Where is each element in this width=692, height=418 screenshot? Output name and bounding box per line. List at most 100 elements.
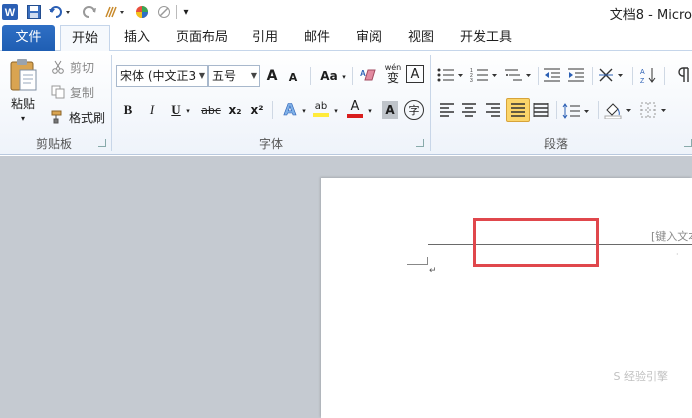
grow-font-button[interactable]: A xyxy=(264,67,280,85)
chevron-down-icon: ▼ xyxy=(198,71,205,80)
tab-file[interactable]: 文件 xyxy=(2,25,55,51)
font-name-value: 宋体 (中文正3 xyxy=(120,69,197,83)
borders-button[interactable] xyxy=(640,99,670,121)
chevron-down-icon[interactable]: ▾ xyxy=(332,105,340,117)
separator xyxy=(632,67,633,85)
tab-review[interactable]: 审阅 xyxy=(349,25,389,51)
save-icon[interactable] xyxy=(26,3,42,21)
chevron-down-icon[interactable]: ▾ xyxy=(184,105,192,117)
increase-indent-icon[interactable] xyxy=(566,65,586,85)
font-size-combo[interactable]: 五号 ▼ xyxy=(208,65,260,87)
separator xyxy=(664,67,665,85)
text-effects-button[interactable]: A xyxy=(280,99,300,119)
line-spacing-button[interactable] xyxy=(562,101,592,121)
tab-page-layout[interactable]: 页面布局 xyxy=(171,25,233,51)
chinese-layout-button[interactable] xyxy=(598,65,628,85)
font-color-swatch xyxy=(347,114,363,118)
copy-icon[interactable] xyxy=(50,84,66,100)
font-name-combo[interactable]: 宋体 (中文正3 ▼ xyxy=(116,65,208,87)
chevron-down-icon[interactable]: ▾ xyxy=(300,105,308,117)
underline-button[interactable]: U xyxy=(168,101,184,119)
undo-button[interactable] xyxy=(48,3,74,21)
separator xyxy=(556,101,557,119)
cut-label[interactable]: 剪切 xyxy=(67,59,97,75)
italic-button[interactable]: I xyxy=(144,101,160,119)
clipboard-launcher-icon[interactable] xyxy=(98,139,106,147)
watermark: S 经验引擎 xyxy=(613,370,668,383)
align-left-icon[interactable] xyxy=(438,101,456,119)
enclose-char-button[interactable]: 字 xyxy=(404,100,424,120)
align-right-icon[interactable] xyxy=(484,101,502,119)
qat-separator xyxy=(176,5,178,19)
chevron-down-icon: ▼ xyxy=(250,71,257,80)
subscript-button[interactable]: x₂ xyxy=(226,101,244,119)
customize-qat-dropdown[interactable]: ▾ xyxy=(180,3,192,21)
svg-text:A: A xyxy=(360,69,366,78)
document-canvas: [键入文本 · ↵ S 经验引擎 xyxy=(0,156,692,418)
header-text-placeholder[interactable]: [键入文本 xyxy=(651,228,692,244)
bullets-button[interactable] xyxy=(436,65,466,85)
format-painter-label[interactable]: 格式刷 xyxy=(67,109,107,125)
tab-insert[interactable]: 插入 xyxy=(117,25,157,51)
separator xyxy=(310,67,311,85)
distributed-align-icon[interactable] xyxy=(532,101,550,119)
change-case-button[interactable]: Aa xyxy=(318,67,340,85)
font-size-value: 五号 xyxy=(212,69,237,83)
highlight-swatch xyxy=(313,113,329,117)
draw-icon[interactable] xyxy=(156,3,172,21)
tab-references[interactable]: 引用 xyxy=(245,25,285,51)
tab-view[interactable]: 视图 xyxy=(401,25,441,51)
justify-icon xyxy=(511,103,525,117)
clear-format-icon[interactable]: A xyxy=(358,65,378,85)
ribbon-tabs: 文件 开始 插入 页面布局 引用 邮件 审阅 视图 开发工具 xyxy=(0,25,692,52)
pinyin-char: 变 xyxy=(386,71,399,85)
tab-mailings[interactable]: 邮件 xyxy=(297,25,337,51)
redo-icon[interactable] xyxy=(82,3,98,21)
char-shading-button[interactable]: A xyxy=(382,101,398,119)
margin-corner-mark xyxy=(407,257,428,265)
tab-developer[interactable]: 开发工具 xyxy=(454,25,518,51)
paragraph-launcher-icon[interactable] xyxy=(684,139,692,147)
svg-text:A: A xyxy=(640,69,645,76)
chevron-down-icon[interactable]: ▾ xyxy=(340,71,348,83)
char-border-button[interactable]: A xyxy=(406,65,424,83)
separator xyxy=(538,67,539,85)
font-color-button[interactable]: A xyxy=(346,99,364,119)
align-center-icon[interactable] xyxy=(460,101,478,119)
decrease-indent-icon[interactable] xyxy=(542,65,562,85)
font-group-label: 字体 xyxy=(258,137,283,151)
font-launcher-icon[interactable] xyxy=(416,139,424,147)
separator xyxy=(592,67,593,85)
shading-button[interactable] xyxy=(604,99,634,121)
pinyin-guide-button[interactable]: wén 变 xyxy=(382,63,404,85)
format-brush-icon[interactable] xyxy=(104,3,128,21)
show-marks-icon[interactable] xyxy=(674,65,692,85)
tab-home[interactable]: 开始 xyxy=(60,25,110,52)
highlight-button[interactable]: ab xyxy=(312,99,330,119)
shrink-font-button[interactable]: A xyxy=(286,69,300,85)
scissors-icon[interactable] xyxy=(50,59,66,75)
color-wheel-icon[interactable] xyxy=(134,3,150,21)
separator xyxy=(272,101,273,119)
header-paragraph-mark: · xyxy=(676,250,679,259)
paste-button-label[interactable]: 粘贴 xyxy=(6,95,40,111)
word-app-icon[interactable]: W xyxy=(2,3,18,21)
svg-text:W: W xyxy=(5,7,16,19)
superscript-button[interactable]: x² xyxy=(248,101,266,119)
clipboard-group-label: 剪贴板 xyxy=(35,137,72,151)
separator xyxy=(352,67,353,85)
copy-label[interactable]: 复制 xyxy=(67,84,97,100)
numbering-button[interactable]: 123 xyxy=(470,65,500,85)
separator xyxy=(598,101,599,119)
paste-dropdown-icon[interactable]: ▾ xyxy=(17,113,29,123)
multilevel-list-button[interactable] xyxy=(504,65,534,85)
strikethrough-button[interactable]: abc xyxy=(200,101,222,119)
format-painter-icon[interactable] xyxy=(50,109,66,125)
clipboard-paste-icon[interactable] xyxy=(6,57,40,93)
svg-text:3: 3 xyxy=(470,78,473,83)
bold-button[interactable]: B xyxy=(120,101,136,119)
justify-button[interactable] xyxy=(506,98,530,122)
sort-icon[interactable]: AZ xyxy=(638,65,658,85)
chevron-down-icon[interactable]: ▾ xyxy=(366,105,374,117)
window-title: 文档8 - Micro xyxy=(609,8,692,23)
